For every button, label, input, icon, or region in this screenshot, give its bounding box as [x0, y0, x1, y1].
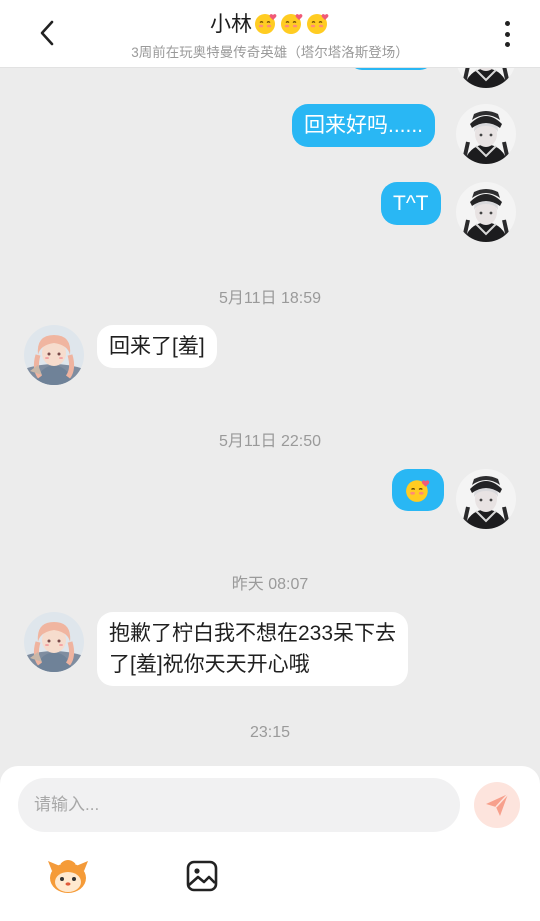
- my-avatar[interactable]: [456, 104, 516, 164]
- shy-face-emoji-icon: [405, 477, 431, 503]
- message-bubble-outgoing[interactable]: 回来好吗......: [292, 104, 436, 147]
- shy-face-emoji-icon: [280, 11, 304, 35]
- contact-name: 小林: [210, 13, 252, 36]
- send-button[interactable]: [474, 782, 520, 828]
- message-bubble-outgoing[interactable]: [392, 469, 444, 511]
- chat-header: 小林 3周前在玩奥特曼传奇英雄（塔尔塔洛斯登场）: [0, 0, 540, 68]
- message-bubble-outgoing[interactable]: T^T: [381, 182, 441, 225]
- message-timestamp: 5月11日 18:59: [219, 290, 321, 307]
- message-line: 抱歉了柠白我不想在233呆下去: [109, 622, 397, 645]
- message-timestamp: 23:15: [249, 724, 291, 741]
- shy-face-emoji-icon: [306, 11, 330, 35]
- image-icon[interactable]: [184, 858, 220, 894]
- message-line: 了[羞]祝你天天开心哦: [109, 653, 310, 676]
- title-block: 小林 3周前在玩奥特曼传奇英雄（塔尔塔洛斯登场）: [100, 8, 440, 61]
- back-button[interactable]: [30, 16, 64, 50]
- my-avatar[interactable]: [456, 469, 516, 529]
- chevron-left-icon: [40, 20, 54, 46]
- send-icon: [486, 793, 509, 816]
- mascot-sticker-icon[interactable]: [46, 856, 90, 896]
- my-avatar[interactable]: [456, 182, 516, 242]
- contact-status: 3周前在玩奥特曼传奇英雄（塔尔塔洛斯登场）: [131, 45, 409, 60]
- message-timestamp: 5月11日 22:50: [219, 433, 321, 450]
- shy-face-emoji-icon: [254, 11, 278, 35]
- input-panel: [0, 766, 540, 921]
- more-vertical-icon[interactable]: [498, 18, 516, 50]
- message-input[interactable]: [18, 778, 460, 832]
- message-bubble-incoming[interactable]: 抱歉了柠白我不想在233呆下去 了[羞]祝你天天开心哦: [97, 612, 409, 686]
- message-timestamp: 昨天 08:07: [231, 576, 309, 593]
- message-bubble-incoming[interactable]: 回来了[羞]: [97, 325, 217, 368]
- contact-avatar[interactable]: [24, 612, 84, 672]
- contact-avatar[interactable]: [24, 325, 84, 385]
